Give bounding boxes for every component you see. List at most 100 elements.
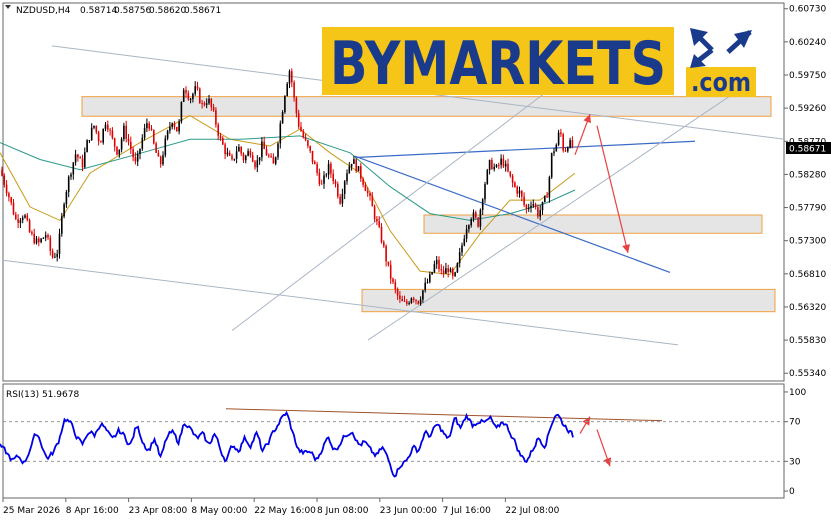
candle-body [346,173,348,182]
candle-body [364,184,367,192]
time-tick-label: 8 Jun 08:00 [317,506,369,516]
candle-body [63,204,65,217]
rsi-tick-label: 0 [789,487,795,497]
candle-body [178,121,180,132]
candle-body [373,206,376,220]
candle-body [28,220,31,233]
candle-body [176,126,178,132]
candle-body [447,268,449,273]
candle-body [521,190,523,197]
candle-body [419,299,422,304]
candle-body [495,164,498,167]
chart-window[interactable]: 0.607300.602400.597500.592600.587700.582… [0,0,831,521]
candle-body [268,155,270,157]
candle-body [240,146,242,154]
candle-body [394,282,397,290]
candle-body [286,83,288,96]
candle-body [291,71,293,83]
candle-body [314,161,316,165]
candle-body [256,160,259,168]
price-tick-label: 0.58280 [789,170,826,180]
candle-body [95,125,98,133]
candle-body [228,152,231,156]
candle-body [392,278,394,283]
candle-body [417,300,420,304]
candle [456,262,459,273]
candle-body [12,202,15,215]
candle-body [242,153,245,161]
candle-body [327,163,330,175]
candle-body [224,144,226,155]
candle-body [166,130,169,139]
candle-body [219,135,222,139]
candle-body [498,164,500,166]
price-tick-label: 0.55830 [789,336,826,346]
candle-body [380,226,383,243]
candle-body [205,103,208,105]
candle-body [65,191,68,205]
candle-body [42,237,45,239]
candle-body [61,216,63,234]
candle-body [454,272,456,276]
candle-body [550,153,553,178]
candle-body [463,238,466,246]
candle-body [341,193,344,204]
time-tick-label: 22 Jul 08:00 [505,506,559,516]
candle-body [334,181,337,185]
candle-body [304,137,307,141]
candle [153,129,155,145]
candle-body [458,252,461,264]
candle-body [302,131,305,138]
candle-body [261,141,263,158]
candle-body [155,143,157,153]
time-tick-label: 23 Apr 08:00 [129,506,188,516]
candle-body [130,141,132,150]
candle-body [194,86,196,94]
candle-body [233,158,236,160]
candle-body [389,264,392,279]
candle-body [19,220,22,223]
candle-body [445,268,447,274]
candle-body [77,154,79,158]
candle [477,216,479,228]
candle [28,218,31,233]
candle-body [217,124,219,136]
candle-body [435,259,438,265]
candle-body [8,193,10,198]
candle-body [277,143,279,158]
candle-body [164,138,167,156]
candle-body [295,97,298,114]
symbol-label: NZDUSD,H4 [16,6,71,16]
candle-body [40,238,42,243]
candle-body [470,219,472,226]
price-tick-label: 0.55340 [789,369,826,379]
candle-body [26,215,29,221]
candle-body [362,178,364,185]
candle-body [74,154,77,163]
candle-body [245,155,247,161]
candle-body [159,156,162,165]
chart-canvas[interactable]: 0.607300.602400.597500.592600.587700.582… [0,0,831,521]
candle-body [387,261,390,265]
candle-body [113,138,116,147]
candle-body [21,217,24,221]
candle-body [452,268,454,276]
candle-body [449,268,452,273]
candle-body [479,209,482,227]
candle-body [544,196,546,202]
candle-body [475,212,477,218]
candle-body [325,174,328,176]
close-value: 0.58671 [184,6,221,16]
candle-body [376,219,378,221]
time-tick-label: 25 Mar 2026 [3,506,60,516]
candle-body [47,235,49,238]
candle-body [33,233,35,244]
candle [562,132,564,153]
candle-body [527,207,530,209]
candle-body [553,151,555,154]
candle-body [546,196,548,198]
candle-body [371,195,374,207]
candle-body [31,232,33,234]
candle-body [433,264,436,273]
candle-body [410,298,413,304]
